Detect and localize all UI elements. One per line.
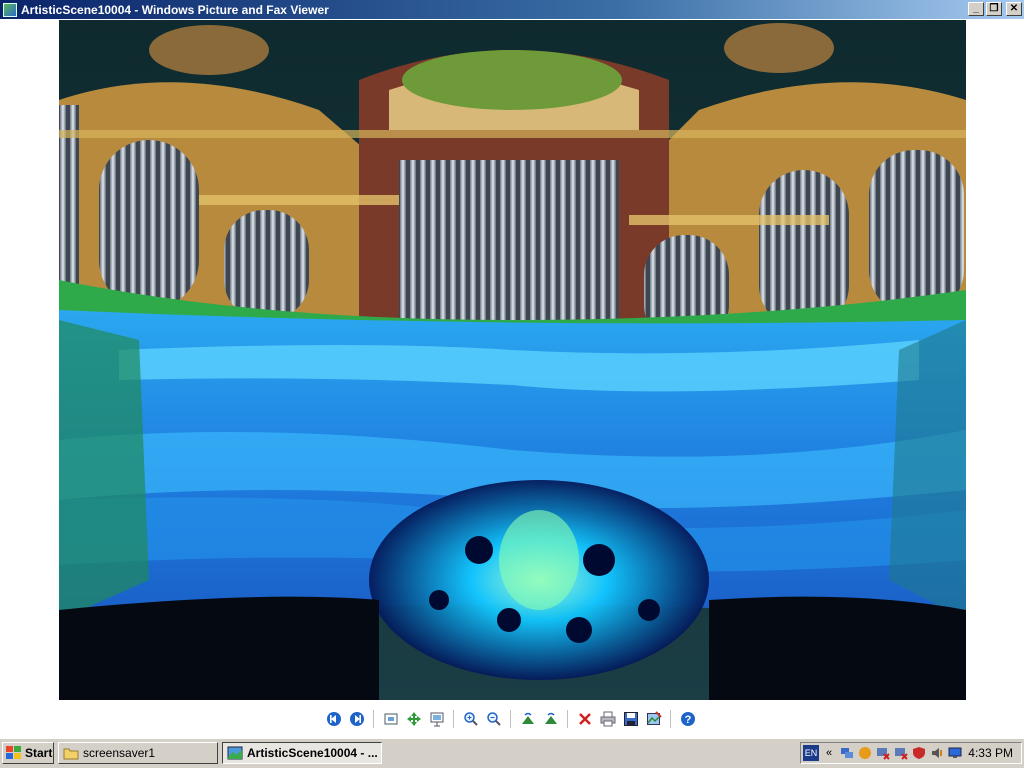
monitor-icon[interactable] — [947, 745, 963, 761]
previous-image-button[interactable] — [324, 709, 344, 729]
toolbar-separator — [510, 710, 512, 728]
folder-icon — [63, 748, 79, 760]
chevron-left-icon: « — [825, 747, 833, 759]
slideshow-button[interactable] — [427, 709, 447, 729]
toolbar-separator — [670, 710, 672, 728]
rotate-clockwise-button[interactable] — [518, 709, 538, 729]
window-controls: _ ❐ ✕ — [968, 2, 1022, 16]
help-icon: ? — [681, 712, 695, 726]
start-label: Start — [25, 746, 53, 760]
zoom-out-button[interactable] — [484, 709, 504, 729]
rotate-counterclockwise-button[interactable] — [541, 709, 561, 729]
best-fit-button[interactable] — [381, 709, 401, 729]
close-icon: ✕ — [1009, 3, 1019, 14]
minimize-icon: _ — [973, 3, 979, 14]
title-bar[interactable]: ArtisticScene10004 - Windows Picture and… — [0, 0, 1024, 19]
restore-button[interactable]: ❐ — [986, 2, 1002, 16]
delete-button[interactable] — [575, 709, 595, 729]
start-button[interactable]: Start — [2, 742, 54, 764]
clock[interactable]: 4:33 PM — [968, 746, 1013, 760]
network-icon[interactable] — [839, 745, 855, 761]
actual-size-icon — [407, 712, 421, 726]
slideshow-icon — [430, 712, 444, 727]
zoom-out-icon — [487, 712, 501, 726]
close-button[interactable]: ✕ — [1006, 2, 1022, 16]
print-icon — [600, 711, 616, 727]
show-hidden-icons-button[interactable]: « — [821, 745, 837, 761]
security-shield-icon[interactable] — [911, 745, 927, 761]
actual-size-button[interactable] — [404, 709, 424, 729]
next-image-button[interactable] — [347, 709, 367, 729]
toolbar-separator — [453, 710, 455, 728]
help-button[interactable]: ? — [678, 709, 698, 729]
volume-icon[interactable] — [929, 745, 945, 761]
previous-icon — [327, 712, 341, 726]
next-icon — [350, 712, 364, 726]
edit-icon — [647, 711, 662, 725]
picture-viewer-icon — [3, 2, 17, 17]
viewer-area: ? — [0, 19, 1024, 736]
minimize-button[interactable]: _ — [968, 2, 984, 16]
network-disconnected-icon[interactable] — [875, 745, 891, 761]
viewer-toolbar: ? — [324, 708, 698, 730]
toolbar-separator — [373, 710, 375, 728]
rotate-clockwise-icon — [522, 712, 534, 724]
displayed-image — [59, 20, 966, 700]
task-label: ArtisticScene10004 - ... — [247, 746, 378, 760]
network-disconnected-icon[interactable] — [893, 745, 909, 761]
system-tray: EN « 4:33 PM — [800, 742, 1022, 764]
restore-icon: ❐ — [989, 3, 999, 14]
best-fit-icon — [384, 713, 398, 725]
language-indicator[interactable]: EN — [803, 745, 819, 761]
delete-icon — [579, 713, 591, 725]
print-button[interactable] — [598, 709, 618, 729]
svg-text:?: ? — [685, 714, 692, 726]
task-screensaver1[interactable]: screensaver1 — [58, 742, 218, 764]
save-icon — [624, 712, 638, 726]
save-button[interactable] — [621, 709, 641, 729]
antivirus-icon[interactable] — [857, 745, 873, 761]
toolbar-separator — [567, 710, 569, 728]
task-label: screensaver1 — [83, 746, 156, 760]
picture-viewer-icon — [227, 746, 243, 760]
taskbar: Start screensaver1 ArtisticScene10004 - … — [0, 738, 1024, 768]
zoom-in-button[interactable] — [461, 709, 481, 729]
language-label: EN — [804, 748, 818, 758]
window-title: ArtisticScene10004 - Windows Picture and… — [21, 2, 329, 17]
windows-logo-icon — [6, 746, 21, 759]
edit-button[interactable] — [644, 709, 664, 729]
rotate-counterclockwise-icon — [545, 712, 557, 724]
zoom-in-icon — [464, 712, 478, 726]
task-picture-viewer[interactable]: ArtisticScene10004 - ... — [222, 742, 382, 764]
